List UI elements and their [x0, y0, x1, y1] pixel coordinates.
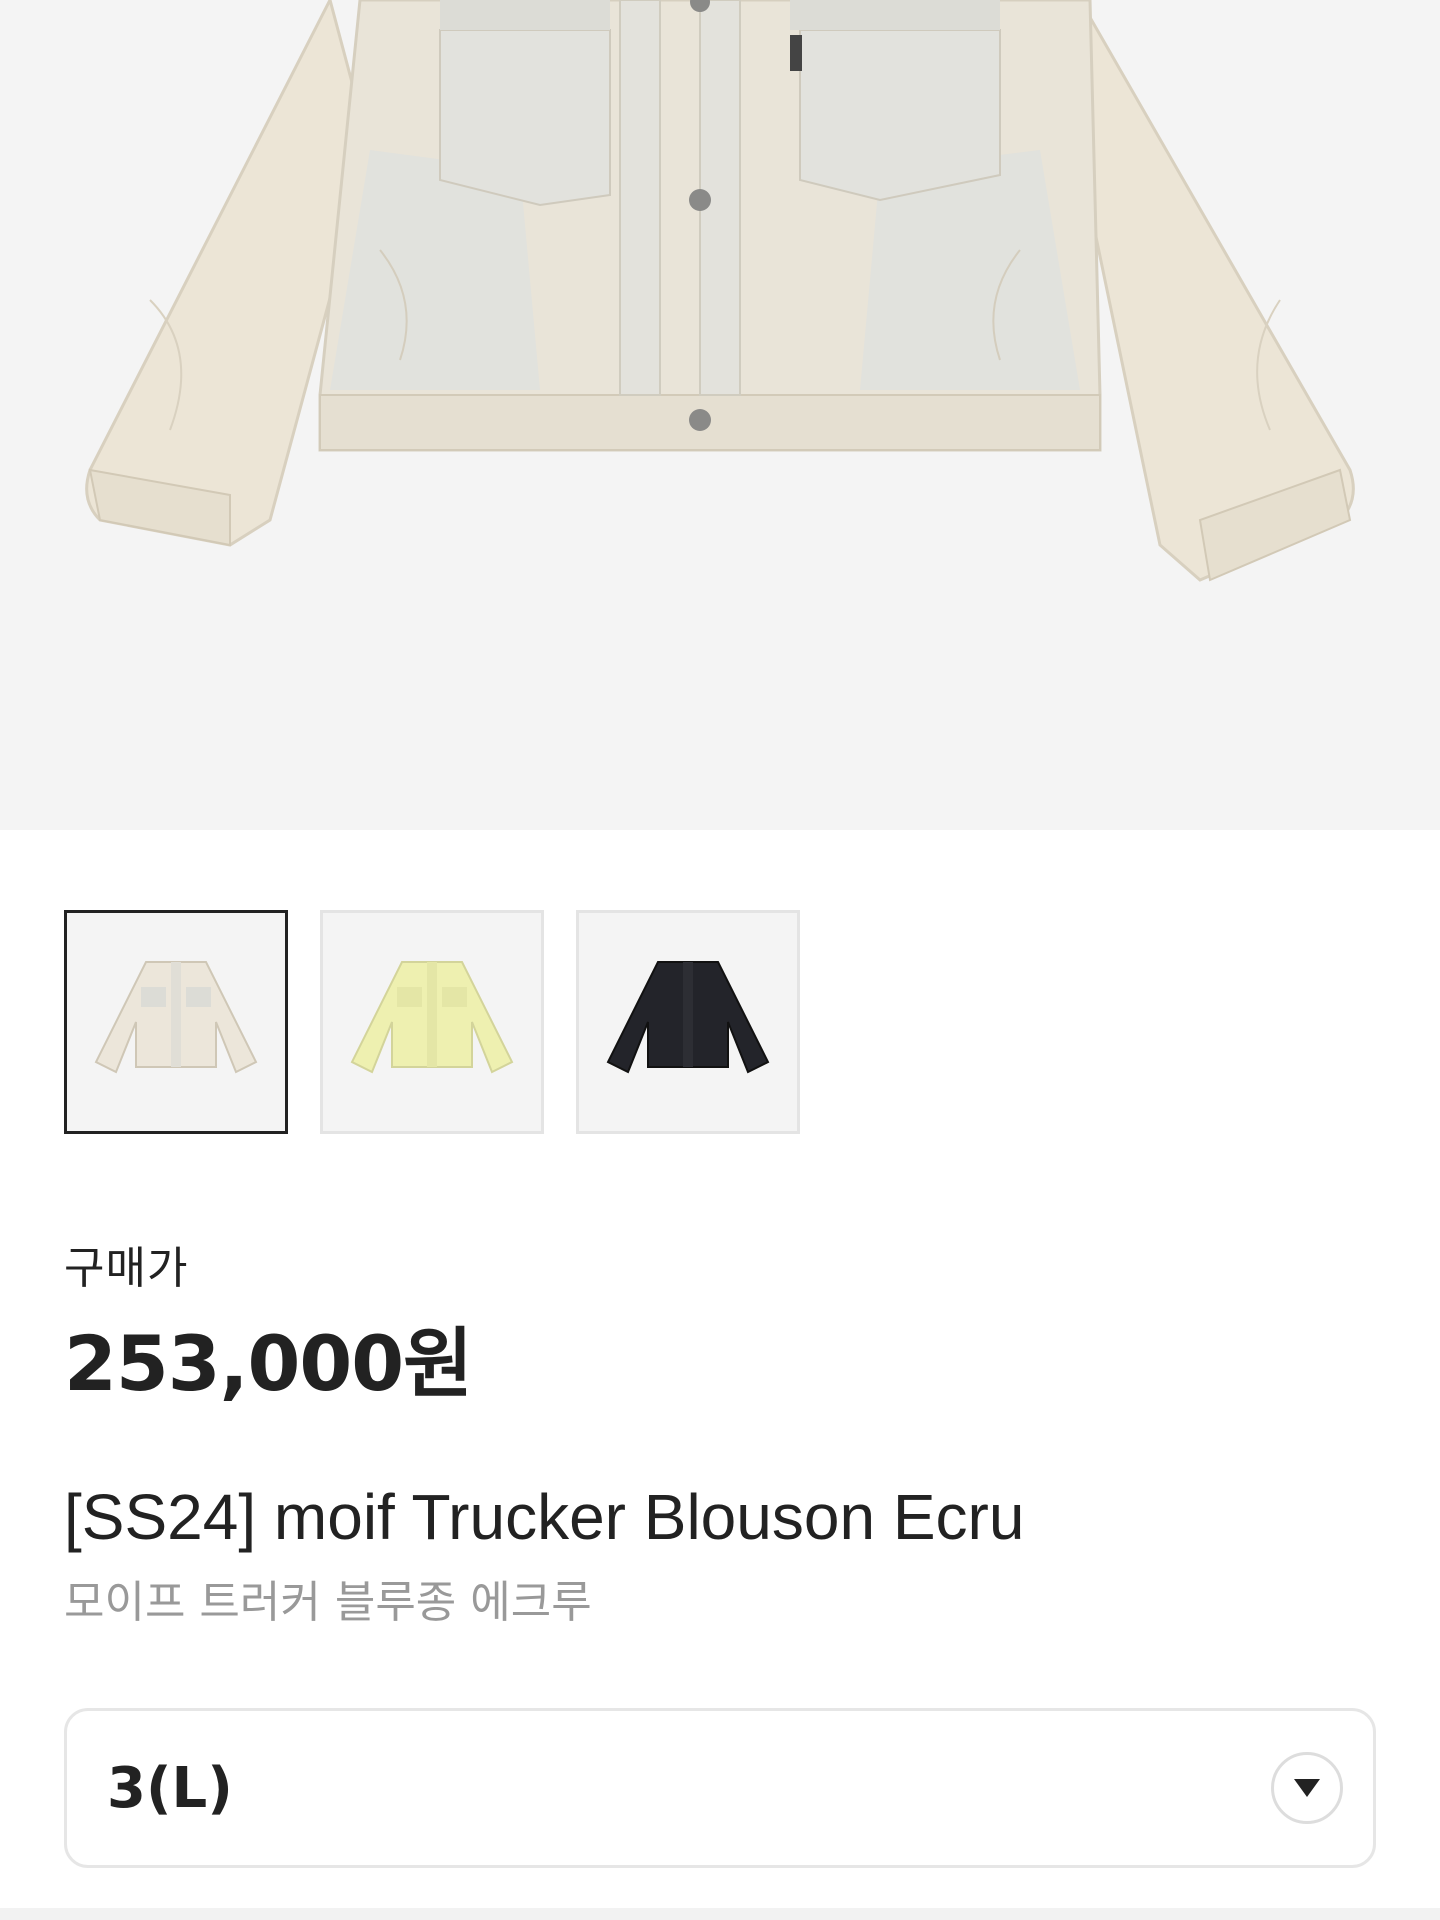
product-subtitle: 모이프 트러커 블루종 에크루 — [64, 1577, 592, 1628]
jacket-photo-icon — [85, 0, 1355, 582]
product-title: [SS24] moif Trucker Blouson Ecru — [64, 1481, 1025, 1553]
price-value: 253,000원 — [64, 1319, 473, 1408]
divider — [0, 1908, 1440, 1920]
thumbnail-yellow[interactable] — [320, 910, 544, 1134]
thumbnail-strip — [64, 910, 800, 1134]
size-select-value: 3(L) — [107, 1755, 233, 1821]
ecru-jacket-thumbnail-icon — [94, 961, 258, 1074]
thumbnail-black[interactable] — [576, 910, 800, 1134]
size-select[interactable]: 3(L) — [64, 1708, 1376, 1868]
thumbnail-ecru[interactable] — [64, 910, 288, 1134]
black-jacket-thumbnail-icon — [606, 961, 770, 1074]
price-label: 구매가 — [64, 1243, 189, 1294]
product-hero-image[interactable] — [0, 0, 1440, 830]
yellow-jacket-thumbnail-icon — [350, 961, 514, 1074]
chevron-down-icon[interactable] — [1271, 1752, 1343, 1824]
